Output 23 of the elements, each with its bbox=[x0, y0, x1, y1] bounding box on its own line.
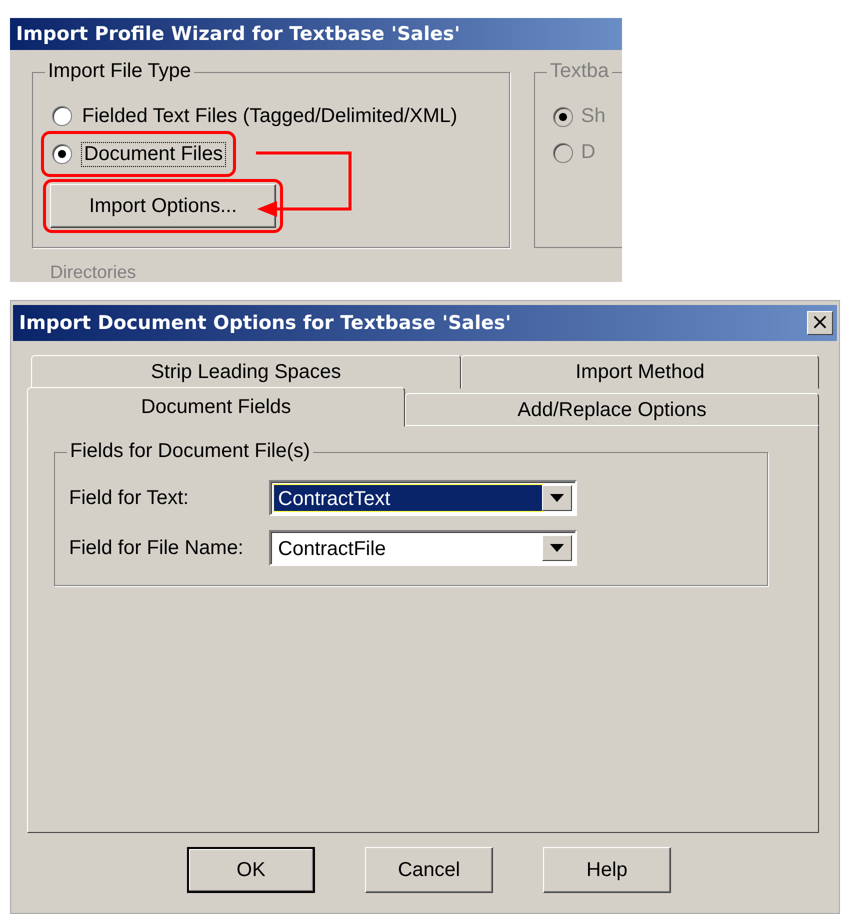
radio-option[interactable]: Document Files bbox=[41, 131, 236, 177]
window-title: Import Document Options for Textbase 'Sales' bbox=[19, 312, 512, 334]
radio-button-icon[interactable] bbox=[52, 106, 72, 126]
group-label: Fields for Document File(s) bbox=[67, 440, 314, 463]
radio-button-icon[interactable] bbox=[52, 144, 72, 164]
tab[interactable]: Document Fields bbox=[27, 387, 405, 427]
tab[interactable]: Add/Replace Options bbox=[405, 393, 819, 427]
close-button[interactable]: × bbox=[807, 311, 833, 335]
radio-button-icon[interactable] bbox=[553, 142, 573, 162]
tab[interactable]: Import Method bbox=[461, 355, 819, 389]
dialog-button[interactable]: OK bbox=[187, 847, 315, 893]
dropdown[interactable]: ContractText bbox=[269, 480, 577, 516]
import-options-button[interactable]: Import Options... bbox=[50, 184, 276, 228]
group-label: Import File Type bbox=[45, 60, 194, 83]
window-title: Import Profile Wizard for Textbase 'Sales' bbox=[10, 18, 622, 50]
field-label: Field for File Name: bbox=[69, 536, 244, 560]
dialog-button[interactable]: Cancel bbox=[365, 847, 493, 893]
dialog-button[interactable]: Help bbox=[543, 847, 671, 893]
group-label: Directories bbox=[50, 262, 136, 282]
radio-button-icon[interactable] bbox=[553, 106, 573, 126]
field-label: Field for Text: bbox=[69, 486, 190, 510]
tab[interactable]: Strip Leading Spaces bbox=[31, 355, 461, 389]
dropdown[interactable]: ContractFile bbox=[269, 530, 577, 566]
